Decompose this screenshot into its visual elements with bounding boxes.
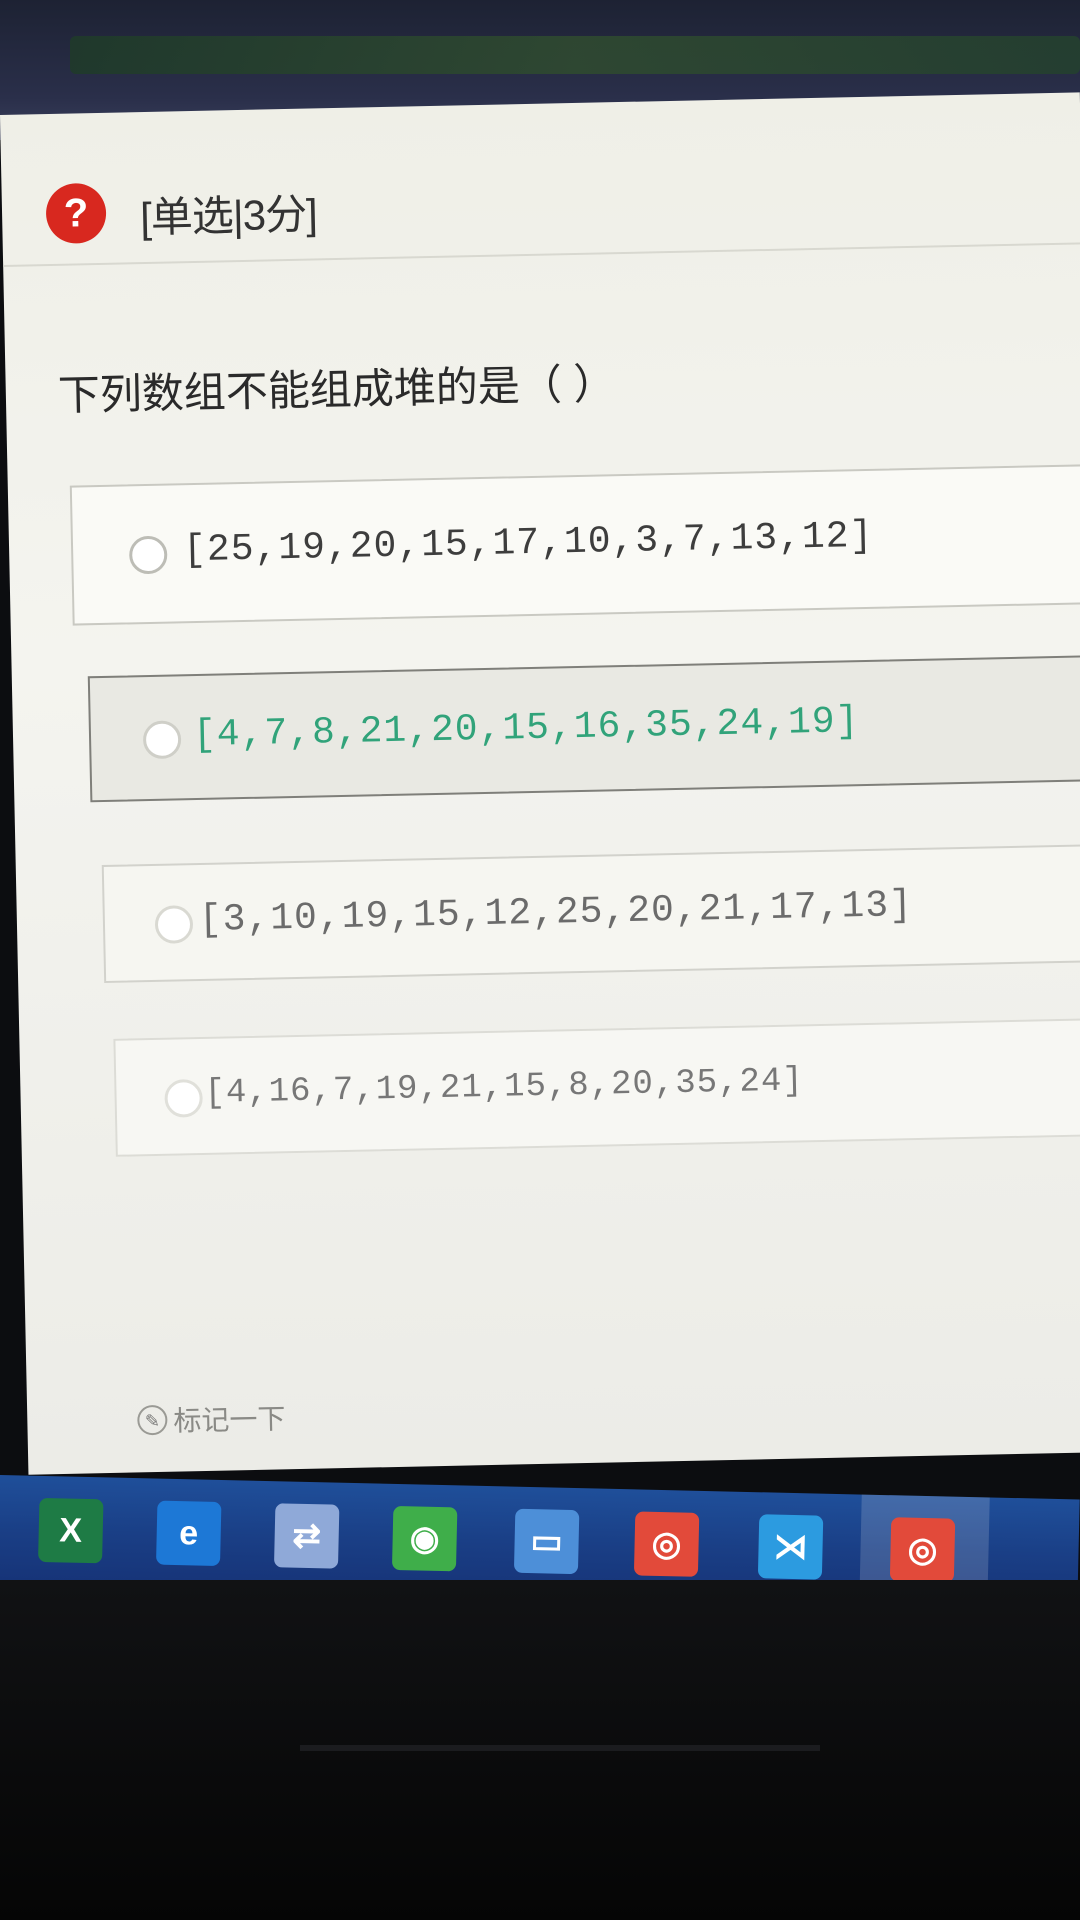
option-b[interactable]: [4,7,8,21,20,15,16,35,24,19] [87, 655, 1080, 803]
question-type-label: [单选|3分] [139, 190, 318, 242]
chrome-icon[interactable]: ◎ [889, 1517, 956, 1583]
option-b-text: [4,7,8,21,20,15,16,35,24,19] [192, 700, 860, 758]
file-transfer-icon[interactable]: ⇄ [273, 1503, 340, 1569]
option-c-text: [3,10,19,15,12,25,20,21,17,13] [198, 884, 914, 943]
option-d-radio[interactable] [164, 1078, 204, 1118]
chrome-icon[interactable]: ◎ [633, 1511, 700, 1577]
option-c-radio[interactable] [154, 905, 194, 944]
question-header: ? [单选|3分] [0, 92, 1080, 267]
quiz-page: ? [单选|3分] 下列数组不能组成堆的是（ ） [25,19,20,15,17… [0, 92, 1080, 1475]
option-b-radio[interactable] [142, 720, 182, 760]
option-a-text: [25,19,20,15,17,10,3,7,13,12] [182, 514, 874, 573]
file-explorer-icon[interactable]: ▭ [513, 1508, 580, 1575]
option-c[interactable]: [3,10,19,15,12,25,20,21,17,13] [101, 843, 1080, 984]
option-a-radio[interactable] [128, 535, 168, 575]
browser-globe-icon[interactable]: ◉ [391, 1505, 458, 1572]
browser-top-strip [70, 36, 1080, 74]
edge-icon[interactable]: e [156, 1500, 222, 1567]
question-mark-icon: ? [45, 182, 107, 245]
mark-button[interactable]: ✎ 标记一下 [137, 1397, 286, 1440]
bezel-detail [300, 1745, 820, 1751]
option-d[interactable]: [4,16,7,19,21,15,8,20,35,24] [113, 1017, 1080, 1157]
option-d-text: [4,16,7,19,21,15,8,20,35,24] [204, 1062, 805, 1113]
option-a[interactable]: [25,19,20,15,17,10,3,7,13,12] [69, 464, 1080, 626]
mark-label: 标记一下 [173, 1403, 286, 1437]
pin-icon: ✎ [137, 1404, 168, 1436]
question-prompt: 下列数组不能组成堆的是（ ） [57, 360, 616, 419]
excel-icon[interactable]: X [38, 1497, 104, 1564]
vscode-icon[interactable]: ⋊ [757, 1514, 824, 1580]
